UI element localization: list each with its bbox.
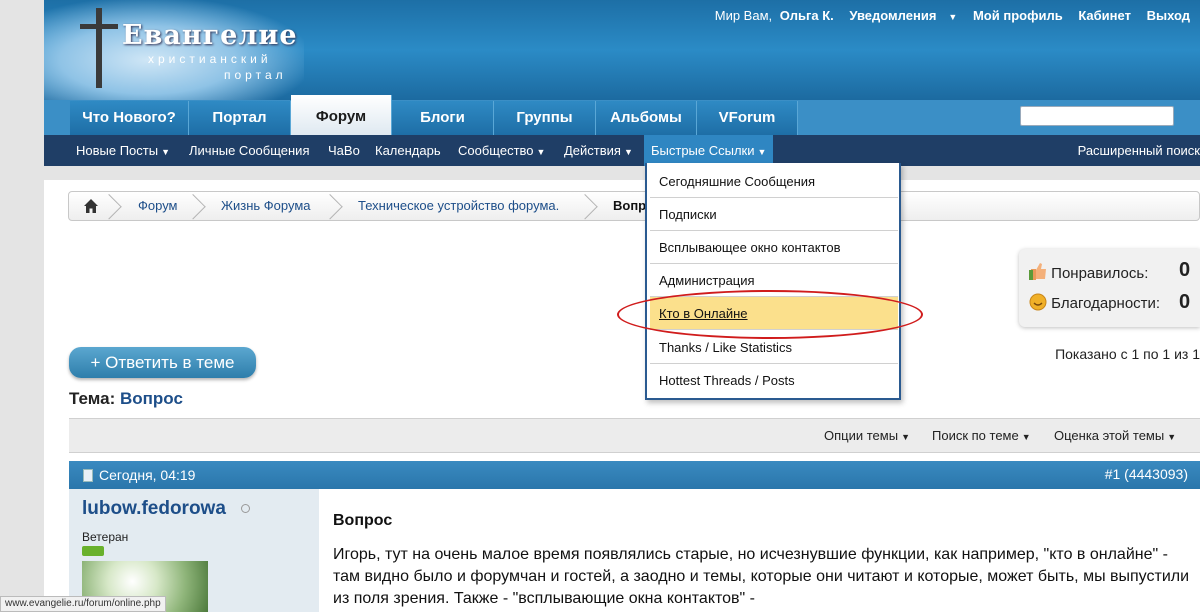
likes-value: 0 (1179, 259, 1191, 281)
post-title: Вопрос (333, 512, 393, 529)
thread-rating-menu[interactable]: Оценка этой темы ▼ (1054, 419, 1176, 452)
thread-title: Тема: Вопрос (69, 389, 183, 409)
breadcrumb: Форум Жизнь Форума Техническое устройств… (68, 191, 1200, 221)
subnav-actions-label: Действия (564, 143, 621, 158)
breadcrumb-separator (330, 194, 348, 218)
tab-albums[interactable]: Альбомы (596, 101, 697, 135)
thread-options-menu[interactable]: Опции темы ▼ (824, 419, 910, 452)
document-icon (83, 469, 93, 482)
post-body: Вопрос Игорь, тут на очень малое время п… (319, 489, 1200, 612)
thread-search-label: Поиск по теме (932, 428, 1019, 443)
results-count: Показано с 1 по 1 из 1 (1055, 346, 1200, 362)
thread-name: Вопрос (119, 389, 183, 408)
post-number-link[interactable]: #1 (4443093) (1105, 466, 1188, 482)
chevron-down-icon: ▼ (161, 147, 171, 157)
user-links: Мир Вам, Ольга К. Уведомления ▼ Мой профи… (703, 8, 1190, 23)
chevron-down-icon: ▼ (1167, 432, 1177, 442)
thanks-label: Благодарности: (1051, 295, 1161, 312)
menu-item-administration[interactable]: Администрация (650, 264, 898, 297)
tab-blogs[interactable]: Блоги (392, 101, 494, 135)
logo-subtitle: христианский (148, 52, 272, 66)
post-header: Сегодня, 04:19 #1 (4443093) (69, 461, 1200, 489)
thread-options-label: Опции темы (824, 428, 899, 443)
profile-link[interactable]: Мой профиль (973, 8, 1063, 23)
sub-nav: Новые Посты ▼ Личные Сообщения ЧаВо Кален… (44, 135, 1200, 166)
breadcrumb-separator (585, 194, 603, 218)
breadcrumb-separator (109, 194, 127, 218)
smile-icon (1029, 293, 1047, 311)
search-input[interactable] (1020, 106, 1174, 126)
subnav-community[interactable]: Сообщество ▼ (458, 135, 545, 166)
menu-item-todays-posts[interactable]: Сегодняшние Сообщения (650, 165, 898, 198)
subnav-quick-links-label: Быстрые Ссылки (651, 143, 755, 158)
breadcrumb-forum-life[interactable]: Жизнь Форума (221, 192, 311, 220)
tab-vforum[interactable]: VForum (697, 101, 798, 135)
breadcrumb-separator (193, 194, 211, 218)
thread-rating-label: Оценка этой темы (1054, 428, 1165, 443)
tab-forum[interactable]: Форум (291, 95, 392, 135)
logo-subtitle-2: портал (224, 68, 287, 82)
subnav-actions[interactable]: Действия ▼ (564, 135, 633, 166)
cross-icon (96, 8, 102, 88)
breadcrumb-tech[interactable]: Техническое устройство форума. (358, 192, 559, 220)
menu-item-who-online[interactable]: Кто в Онлайне (650, 297, 898, 330)
cabinet-label: Кабинет (1078, 8, 1131, 23)
thread-toolbar: Опции темы ▼ Поиск по теме ▼ Оценка этой т… (69, 418, 1200, 453)
greeting-text: Мир Вам, (714, 8, 773, 23)
cabinet-link[interactable]: Кабинет (1078, 8, 1131, 23)
menu-item-subscriptions[interactable]: Подписки (650, 198, 898, 231)
tab-whats-new[interactable]: Что Нового? (70, 101, 189, 135)
menu-item-contacts-popup[interactable]: Всплывающее окно контактов (650, 231, 898, 264)
breadcrumb-forum[interactable]: Форум (138, 192, 178, 220)
site-header: Евангелие христианский портал Мир Вам, О… (44, 0, 1200, 100)
ratings-box: Понравилось: 0 Благодарности: 0 (1019, 249, 1200, 327)
chevron-down-icon: ▼ (901, 432, 910, 442)
quick-links-dropdown: Сегодняшние Сообщения Подписки Всплывающ… (645, 163, 901, 400)
thumbs-up-icon (1029, 263, 1046, 280)
logout-label: Выход (1146, 8, 1190, 23)
user-panel: lubow.fedorowa Ветеран (69, 489, 319, 612)
notifications-label: Уведомления (849, 8, 937, 23)
reply-button[interactable]: + Ответить в теме (69, 347, 256, 378)
user-rank: Ветеран (82, 530, 129, 544)
thanks-row: Благодарности: 0 (1029, 291, 1190, 313)
likes-row: Понравилось: 0 (1029, 259, 1190, 282)
notifications-link[interactable]: Уведомления ▼ (849, 8, 957, 23)
tab-portal[interactable]: Портал (189, 101, 291, 135)
thanks-value: 0 (1179, 291, 1191, 313)
subnav-faq[interactable]: ЧаВо (328, 135, 360, 166)
subnav-calendar[interactable]: Календарь (375, 135, 441, 166)
logo-title: Евангелие (122, 20, 298, 51)
subnav-quick-links[interactable]: Быстрые Ссылки ▼ (644, 135, 774, 166)
chevron-down-icon: ▼ (757, 147, 767, 157)
site-logo[interactable]: Евангелие христианский портал (44, 0, 306, 90)
chevron-down-icon: ▼ (623, 147, 633, 157)
tab-groups[interactable]: Группы (494, 101, 596, 135)
subnav-community-label: Сообщество (458, 143, 534, 158)
thread-search-menu[interactable]: Поиск по теме ▼ (932, 419, 1031, 452)
subnav-new-posts-label: Новые Посты (76, 143, 159, 158)
reputation-bar (82, 546, 104, 556)
profile-label: Мой профиль (972, 8, 1063, 23)
post-date: Сегодня, 04:19 (99, 467, 196, 483)
browser-status-url: www.evangelie.ru/forum/online.php (0, 596, 166, 612)
username-link[interactable]: Ольга К. (780, 8, 834, 23)
chevron-down-icon: ▼ (1021, 432, 1031, 442)
breadcrumb-current: Вопр (613, 198, 647, 213)
chevron-down-icon: ▼ (948, 12, 958, 22)
subnav-private-messages[interactable]: Личные Сообщения (189, 135, 310, 166)
advanced-search-link[interactable]: Расширенный поиск (1078, 135, 1200, 166)
subnav-new-posts[interactable]: Новые Посты ▼ (76, 135, 170, 166)
likes-label: Понравилось: (1051, 265, 1149, 282)
main-nav: Что Нового? Портал Форум Блоги Группы Ал… (44, 95, 1200, 135)
post-author[interactable]: lubow.fedorowa (82, 498, 226, 520)
chevron-down-icon: ▼ (536, 147, 546, 157)
menu-item-thanks-stats[interactable]: Thanks / Like Statistics (650, 331, 898, 364)
post-text: Игорь, тут на очень малое время появляли… (333, 546, 1190, 607)
logout-link[interactable]: Выход (1147, 8, 1190, 23)
thread-prefix: Тема: (69, 389, 116, 408)
offline-status-icon (241, 504, 250, 513)
menu-item-hottest-threads[interactable]: Hottest Threads / Posts (650, 364, 898, 397)
